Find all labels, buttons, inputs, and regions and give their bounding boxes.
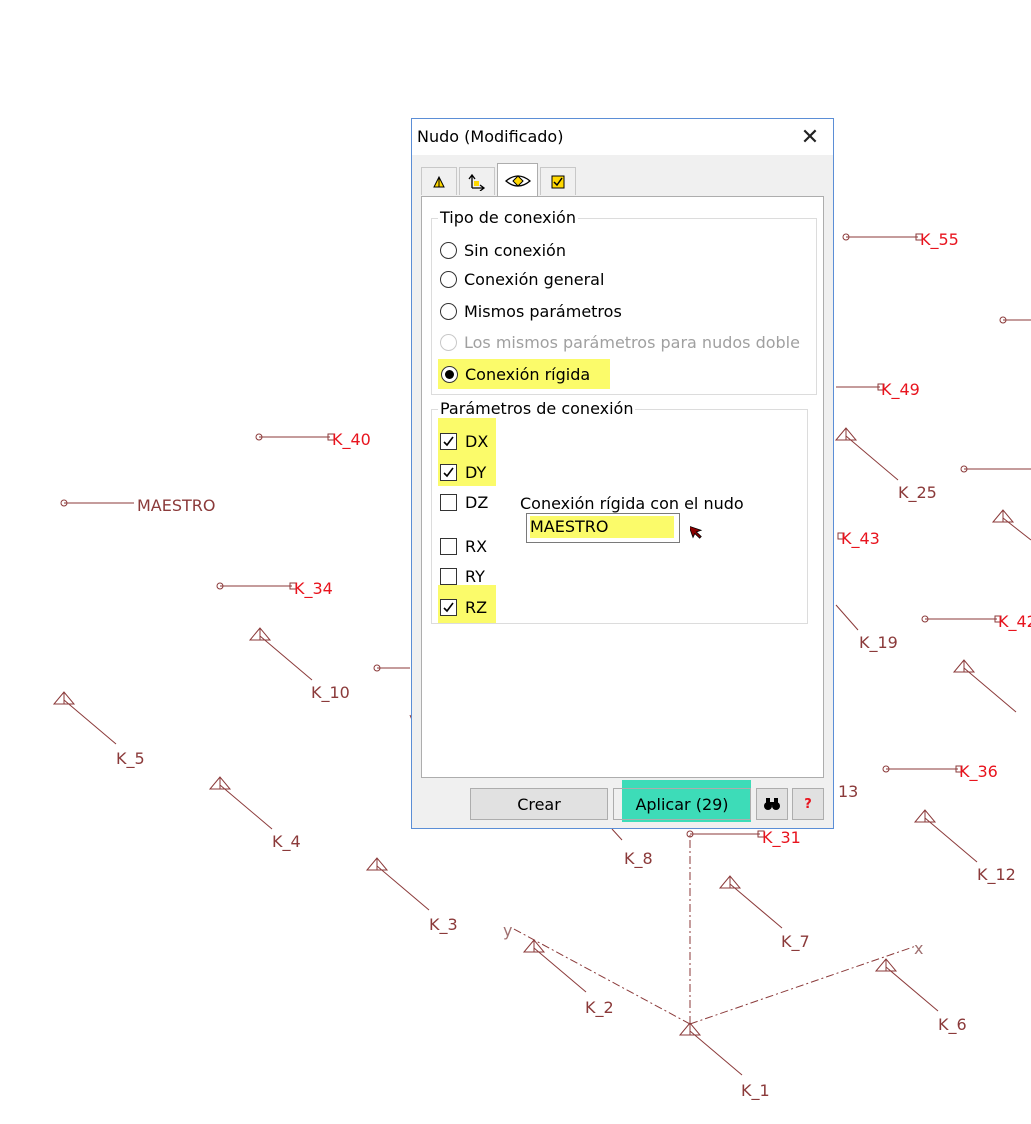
node-label: K_4 <box>272 832 301 852</box>
checkbox-label: DY <box>465 462 487 482</box>
node-label: K_10 <box>311 683 350 703</box>
node-label: K_2 <box>585 998 614 1018</box>
node-label: K_42 <box>998 612 1031 632</box>
radio-circle <box>440 333 457 351</box>
create-button[interactable]: Crear <box>470 788 608 820</box>
radio-general-connection[interactable]: Conexión general <box>440 266 604 292</box>
checkbox-box <box>440 598 457 616</box>
checkbox-rz[interactable]: RZ <box>440 594 487 620</box>
radio-label: Conexión rígida <box>465 364 591 384</box>
checkbox-box <box>440 432 457 450</box>
radio-label: Sin conexión <box>464 240 566 260</box>
axis-label: y <box>503 921 512 940</box>
checkbox-box <box>440 463 457 481</box>
node-label: K_12 <box>977 865 1016 885</box>
radio-rigid-connection[interactable]: Conexión rígida <box>438 359 611 389</box>
radio-circle <box>440 270 457 288</box>
radio-label: Conexión general <box>464 269 605 289</box>
node-label: K_7 <box>781 932 810 952</box>
axis-label: x <box>914 939 923 958</box>
checkbox-label: DZ <box>465 492 489 512</box>
node-label: K_43 <box>841 529 880 549</box>
node-label: K_3 <box>429 915 458 935</box>
checkbox-ry[interactable]: RY <box>440 563 485 589</box>
checkmark-icon <box>443 467 454 477</box>
node-label: K_36 <box>959 762 998 782</box>
radio-label: Los mismos parámetros para nudos doble <box>464 332 800 352</box>
radio-circle <box>440 241 457 259</box>
node-label: MAESTRO <box>137 496 216 515</box>
node-label: K_40 <box>332 430 371 450</box>
checkbox-box <box>440 537 457 555</box>
connection-eye-icon <box>504 174 531 187</box>
node-label: K_8 <box>624 849 653 869</box>
radio-label: Mismos parámetros <box>464 301 622 321</box>
checkbox-box <box>440 493 457 511</box>
checkbox-label: RZ <box>465 597 488 617</box>
radio-selected-dot <box>445 369 454 379</box>
connection-type-title: Tipo de conexión <box>438 208 578 227</box>
radio-same-parameters-double: Los mismos parámetros para nudos doble <box>440 329 800 355</box>
axes-icon <box>468 173 486 191</box>
radio-circle <box>440 302 457 320</box>
dialog-titlebar[interactable]: Nudo (Modificado) ✕ <box>412 119 833 155</box>
node-label: K_31 <box>762 828 801 848</box>
apply-button[interactable]: Aplicar (29) <box>613 788 751 820</box>
checkbox-box <box>440 567 457 585</box>
dialog-title: Nudo (Modificado) <box>417 127 564 146</box>
checkmark-icon <box>443 602 454 612</box>
radio-same-parameters[interactable]: Mismos parámetros <box>440 298 622 324</box>
radio-circle <box>441 365 458 383</box>
node-label: K_6 <box>938 1015 967 1035</box>
connection-parameters-group: Parámetros de conexión DX DY DZ RX RY RZ… <box>431 399 808 624</box>
checkbox-dx[interactable]: DX <box>440 428 488 454</box>
mouse-cursor-icon <box>690 525 703 539</box>
connection-type-group: Tipo de conexión Sin conexión Conexión g… <box>431 208 817 395</box>
node-label: K_49 <box>881 380 920 400</box>
checkbox-label: DX <box>465 431 489 451</box>
close-icon: ✕ <box>800 124 820 150</box>
node-label: K_25 <box>898 483 937 503</box>
checkbox-dz[interactable]: DZ <box>440 489 488 515</box>
checkbox-label: RX <box>465 536 488 556</box>
tab-support[interactable] <box>421 167 457 195</box>
node-label: K_19 <box>859 633 898 653</box>
close-button[interactable]: ✕ <box>787 119 833 155</box>
node-label: K_55 <box>920 230 959 250</box>
checkbox-rx[interactable]: RX <box>440 533 487 559</box>
help-button[interactable]: ? <box>792 788 824 820</box>
checkbox-label: RY <box>465 566 485 586</box>
rigid-node-input[interactable]: MAESTRO <box>526 513 680 543</box>
tab-panel-connection: Tipo de conexión Sin conexión Conexión g… <box>421 196 824 778</box>
node-label: K_34 <box>294 579 333 599</box>
node-label: K_1 <box>741 1081 770 1101</box>
support-icon <box>433 175 445 187</box>
checkmark-icon <box>443 436 454 446</box>
connection-parameters-title: Parámetros de conexión <box>438 399 636 418</box>
binoculars-icon <box>764 798 780 810</box>
tab-checks[interactable] <box>540 167 576 195</box>
rigid-node-label: Conexión rígida con el nudo <box>520 494 744 513</box>
find-button[interactable] <box>756 788 788 820</box>
radio-no-connection[interactable]: Sin conexión <box>440 237 566 263</box>
rigid-node-value: MAESTRO <box>530 516 674 538</box>
node-label: 13 <box>838 782 858 801</box>
tab-connection[interactable] <box>497 163 538 197</box>
checkbox-dy[interactable]: DY <box>440 459 486 485</box>
node-label: K_5 <box>116 749 145 769</box>
tab-axes[interactable] <box>459 167 495 195</box>
checkbox-tab-icon <box>551 175 565 188</box>
node-dialog: Nudo (Modificado) ✕ Tipo de conexión Sin… <box>411 118 834 829</box>
